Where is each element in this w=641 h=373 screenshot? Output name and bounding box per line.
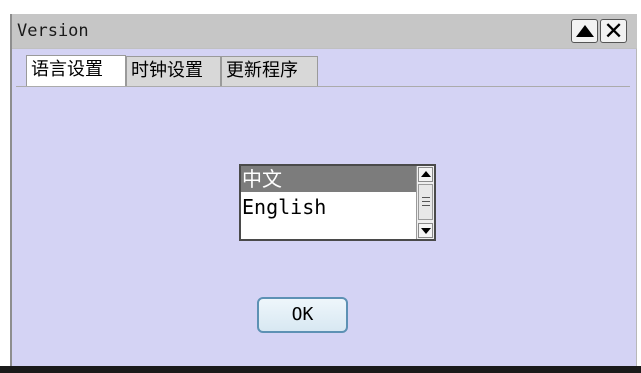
listbox-scrollbar[interactable] [416, 166, 434, 239]
tab-language-settings[interactable]: 语言设置 [26, 55, 126, 87]
scroll-up-arrow-icon[interactable] [418, 167, 433, 182]
tab-panel-divider [16, 86, 630, 87]
grip-line [422, 201, 430, 202]
close-icon: ✕ [603, 17, 624, 45]
ok-button[interactable]: OK [257, 297, 348, 333]
scroll-thumb[interactable] [418, 184, 433, 220]
language-listbox[interactable]: 中文 English [239, 164, 436, 241]
grip-line [422, 205, 430, 206]
version-dialog: Version ✕ 语言设置 时钟设置 更新程序 中文 English OK [10, 14, 637, 367]
title-bar[interactable]: Version ✕ [12, 14, 637, 49]
list-item-chinese[interactable]: 中文 [241, 166, 416, 192]
window-title: Version [17, 21, 89, 41]
list-item-english[interactable]: English [241, 194, 416, 220]
scroll-down-arrow-icon[interactable] [418, 223, 433, 238]
tab-update-program[interactable]: 更新程序 [221, 56, 318, 86]
collapse-button[interactable] [571, 19, 598, 43]
grip-line [422, 197, 430, 198]
close-button[interactable]: ✕ [600, 17, 627, 45]
tab-clock-settings[interactable]: 时钟设置 [126, 56, 221, 86]
bottom-border [0, 366, 641, 373]
